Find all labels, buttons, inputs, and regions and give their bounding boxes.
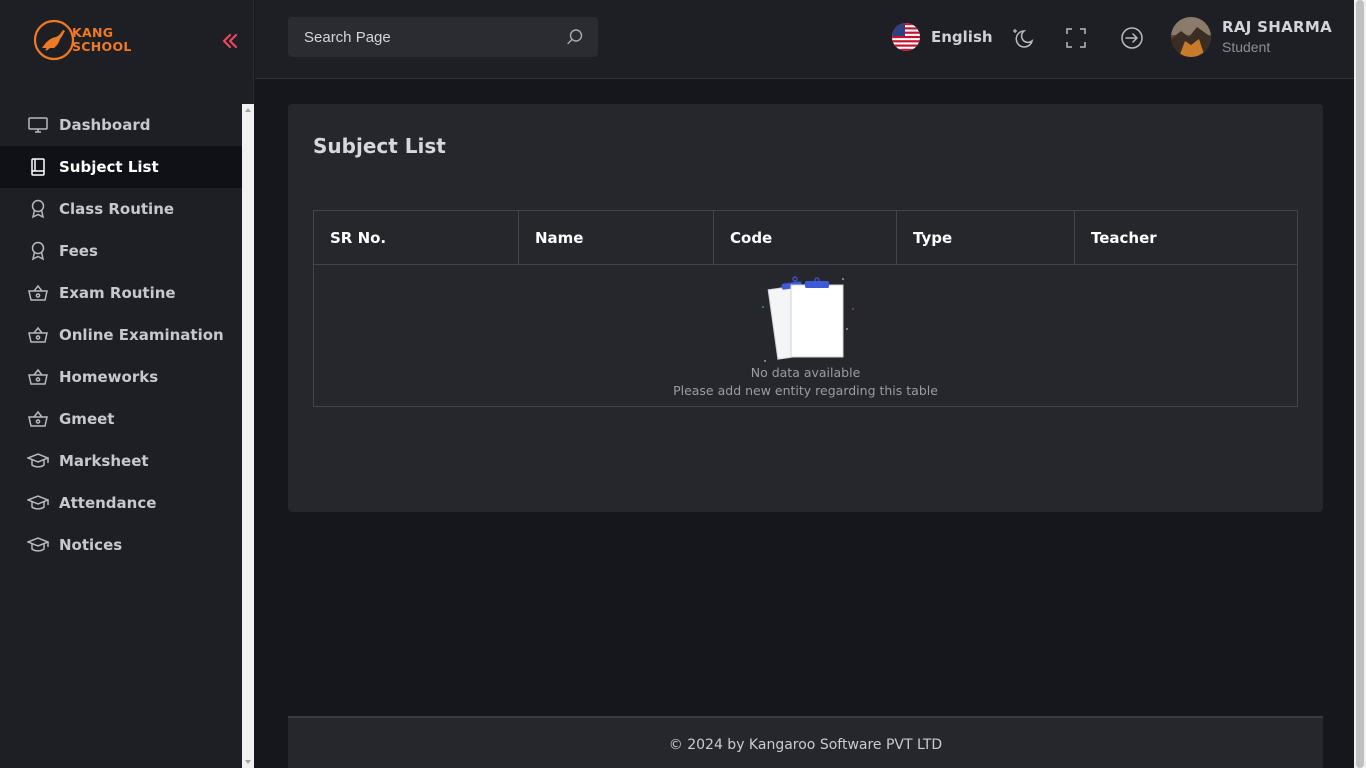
sidebar-nav: Dashboard Subject List Class Routine Fee… (0, 104, 242, 566)
sidebar-item-label: Marksheet (59, 452, 149, 470)
language-selector[interactable]: English (892, 23, 993, 51)
empty-clipboard-illustration (761, 276, 854, 362)
sidebar-item-label: Online Examination (59, 326, 224, 344)
sidebar-item-fees[interactable]: Fees (0, 230, 242, 272)
sidebar-item-label: Attendance (59, 494, 157, 512)
sidebar-item-label: Dashboard (59, 116, 151, 134)
table-header-row: SR No. Name Code Type Teacher (313, 210, 1298, 265)
brand-line1: KANG (72, 25, 114, 40)
sidebar-item-online-examination[interactable]: Online Examination (0, 314, 242, 356)
sidebar-item-marksheet[interactable]: Marksheet (0, 440, 242, 482)
scroll-up-arrow-icon[interactable] (245, 108, 251, 112)
sidebar-item-dashboard[interactable]: Dashboard (0, 104, 242, 146)
award-icon (27, 199, 49, 219)
chevrons-left-icon (222, 33, 238, 49)
sidebar-item-label: Fees (59, 242, 98, 260)
user-role: Student (1222, 39, 1271, 55)
search-input[interactable] (288, 17, 558, 57)
dark-mode-toggle-icon[interactable] (1010, 25, 1036, 51)
sidebar: KANG SCHOOL Dashboard Subject List Class (0, 0, 254, 768)
empty-state-subtitle: Please add new entity regarding this tab… (673, 383, 938, 398)
subject-list-card: Subject List SR No. Name Code Type Teach… (288, 104, 1323, 512)
scroll-down-arrow-icon[interactable] (245, 760, 251, 764)
column-header-teacher: Teacher (1074, 210, 1298, 265)
book-icon (27, 157, 49, 177)
column-header-name: Name (518, 210, 714, 265)
sidebar-item-label: Notices (59, 536, 123, 554)
sidebar-item-attendance[interactable]: Attendance (0, 482, 242, 524)
kangaroo-logo-icon (33, 19, 75, 61)
footer-copyright: © 2024 by Kangaroo Software PVT LTD (668, 737, 943, 753)
logout-icon[interactable] (1119, 25, 1145, 51)
avatar-image (1171, 17, 1211, 57)
avatar[interactable] (1171, 17, 1211, 57)
sidebar-item-exam-routine[interactable]: Exam Routine (0, 272, 242, 314)
user-name: RAJ SHARMA (1222, 18, 1333, 36)
graduation-cap-icon (27, 493, 49, 513)
topbar: English RAJ SHARMA Student (255, 0, 1354, 79)
brand-line2: SCHOOL (72, 39, 132, 54)
sidebar-item-homeworks[interactable]: Homeworks (0, 356, 242, 398)
sidebar-item-gmeet[interactable]: Gmeet (0, 398, 242, 440)
column-header-type: Type (896, 210, 1075, 265)
subject-table: SR No. Name Code Type Teacher No data av… (313, 210, 1298, 407)
us-flag-icon (892, 23, 920, 51)
search-icon[interactable] (566, 28, 584, 46)
empty-state-title: No data available (750, 365, 861, 380)
graduation-cap-icon (27, 535, 49, 555)
sidebar-item-label: Subject List (59, 158, 159, 176)
empty-state-row: No data available Please add new entity … (313, 264, 1298, 407)
basket-icon (27, 409, 49, 429)
basket-icon (27, 367, 49, 387)
page-scrollbar-thumb[interactable] (1356, 0, 1364, 768)
graduation-cap-icon (27, 451, 49, 471)
empty-state-cell: No data available Please add new entity … (313, 264, 1298, 407)
collapse-sidebar-button[interactable] (218, 29, 242, 53)
fullscreen-icon[interactable] (1063, 25, 1089, 51)
brand-logo[interactable]: KANG SCHOOL (32, 17, 142, 63)
footer: © 2024 by Kangaroo Software PVT LTD (288, 716, 1323, 768)
brand-text: KANG SCHOOL (72, 26, 132, 54)
search-box (288, 17, 598, 57)
award-icon (27, 241, 49, 261)
sidebar-item-label: Homeworks (59, 368, 159, 386)
language-label: English (931, 28, 993, 46)
monitor-icon (27, 115, 49, 135)
page-title: Subject List (313, 134, 446, 158)
column-header-code: Code (713, 210, 897, 265)
basket-icon (27, 325, 49, 345)
sidebar-item-notices[interactable]: Notices (0, 524, 242, 566)
sidebar-item-subject-list[interactable]: Subject List (0, 146, 242, 188)
sidebar-item-label: Exam Routine (59, 284, 176, 302)
basket-icon (27, 283, 49, 303)
sidebar-item-class-routine[interactable]: Class Routine (0, 188, 242, 230)
sidebar-item-label: Gmeet (59, 410, 115, 428)
page-scrollbar[interactable] (1354, 0, 1366, 768)
sidebar-scrollbar[interactable] (242, 104, 254, 768)
column-header-sr-no: SR No. (313, 210, 519, 265)
sidebar-item-label: Class Routine (59, 200, 175, 218)
